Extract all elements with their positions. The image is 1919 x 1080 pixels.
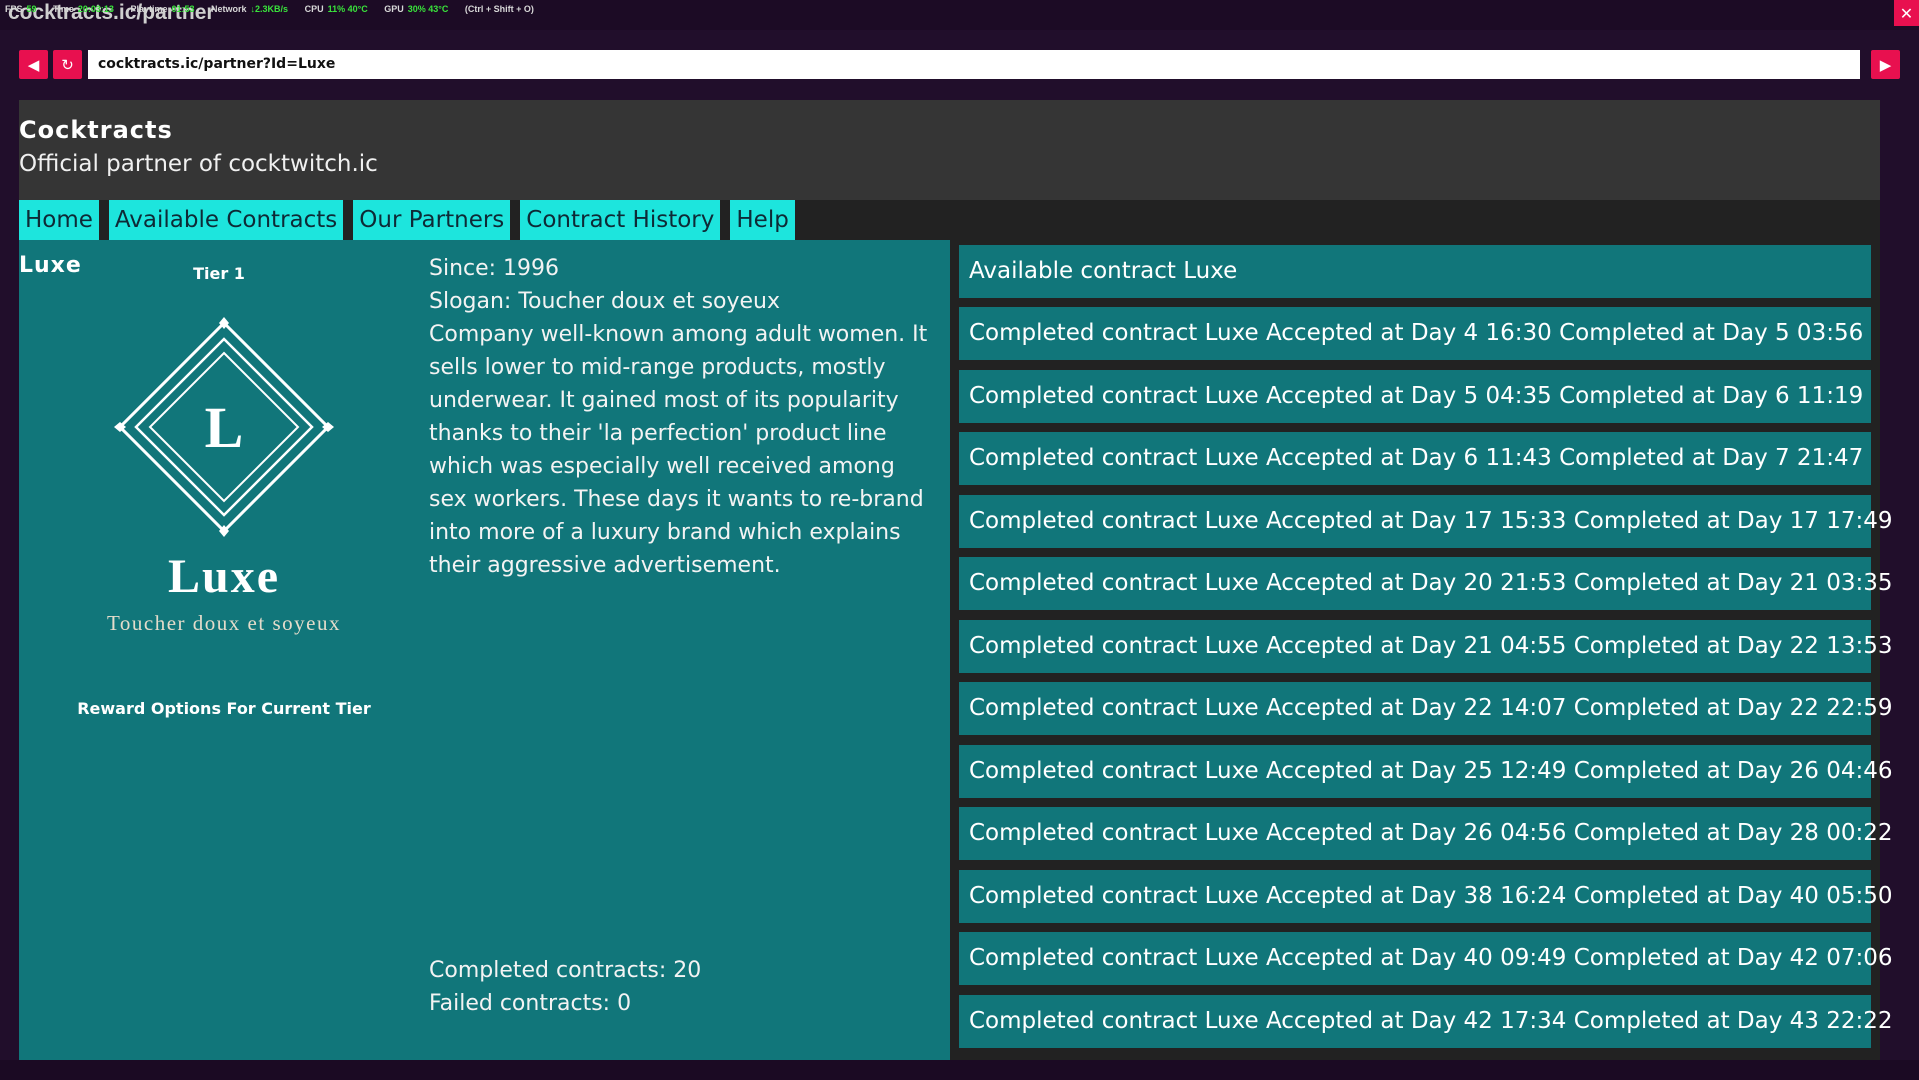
site-header: Cocktracts Official partner of cocktwitc… [19, 100, 1880, 200]
site-navbar: Home Available Contracts Our Partners Co… [19, 200, 805, 242]
nav-contract-history[interactable]: Contract History [520, 200, 721, 241]
web-page: Cocktracts Official partner of cocktwitc… [19, 100, 1892, 1060]
completed-contract-item[interactable]: Completed contract Luxe Accepted at Day … [959, 432, 1871, 485]
completed-contract-item[interactable]: Completed contract Luxe Accepted at Day … [959, 682, 1892, 735]
logo-letter: L [205, 395, 244, 460]
completed-contract-item[interactable]: Completed contract Luxe Accepted at Day … [959, 370, 1871, 423]
network-value: ↓2.3KB/s [250, 4, 289, 14]
site-name: Cocktracts [19, 116, 173, 144]
network-label: Network [211, 4, 247, 14]
partner-info: Since: 1996 Slogan: Toucher doux et soye… [429, 252, 934, 582]
logo-slogan: Toucher doux et soyeux [107, 611, 341, 635]
close-button[interactable]: ✕ [1894, 0, 1919, 26]
completed-contracts-count: Completed contracts: 20 [429, 958, 702, 983]
failed-contracts-count: Failed contracts: 0 [429, 991, 632, 1016]
cpu-label: CPU [304, 4, 324, 14]
completed-contract-item[interactable]: Completed contract Luxe Accepted at Day … [959, 557, 1892, 610]
fps-value: 59 [26, 4, 37, 14]
completed-contract-item[interactable]: Completed contract Luxe Accepted at Day … [959, 620, 1892, 673]
nav-our-partners[interactable]: Our Partners [353, 200, 511, 241]
partner-tier: Tier 1 [193, 264, 245, 283]
back-button[interactable]: ◀ [19, 50, 48, 79]
partner-logo: L Luxe Toucher doux et soyeux [107, 317, 341, 635]
window-titlebar: cocktracts.ic/partner FPS 59 Time 20:03:13… [0, 0, 1919, 30]
reload-button[interactable]: ↻ [53, 50, 82, 79]
gpu-value: 30% 43°C [407, 4, 449, 14]
time-label: Time [53, 4, 74, 14]
address-bar: ◀ ↻ ▶ [19, 50, 1900, 80]
playtime-label: Playtime [130, 4, 168, 14]
playtime-value: 01:53 [171, 4, 195, 14]
completed-contract-item[interactable]: Completed contract Luxe Accepted at Day … [959, 745, 1892, 798]
partner-slogan: Slogan: Toucher doux et soyeux [429, 289, 781, 314]
partner-name: Luxe [19, 253, 82, 278]
forward-button[interactable]: ▶ [1871, 50, 1900, 79]
cpu-value: 11% 40°C [327, 4, 368, 14]
close-icon: ✕ [1899, 3, 1914, 23]
fps-label: FPS [5, 4, 23, 14]
nav-available-contracts[interactable]: Available Contracts [108, 200, 344, 241]
overlay-shortcut: (Ctrl + Shift + O) [464, 4, 534, 14]
completed-contract-item[interactable]: Completed contract Luxe Accepted at Day … [959, 995, 1892, 1048]
completed-contract-item[interactable]: Completed contract Luxe Accepted at Day … [959, 870, 1892, 923]
bottom-strip [0, 1060, 1919, 1080]
nav-home[interactable]: Home [19, 200, 99, 241]
gpu-label: GPU [384, 4, 404, 14]
available-contract-item[interactable]: Available contract Luxe [959, 245, 1871, 298]
nav-help[interactable]: Help [730, 200, 795, 241]
partner-description: Company well-known among adult women. It… [429, 322, 928, 578]
completed-contract-item[interactable]: Completed contract Luxe Accepted at Day … [959, 807, 1892, 860]
completed-contract-item[interactable]: Completed contract Luxe Accepted at Day … [959, 307, 1871, 360]
url-input[interactable] [88, 50, 1860, 79]
partner-stats: Completed contracts: 20 Failed contracts… [429, 954, 701, 1020]
forward-arrow-icon: ▶ [1879, 55, 1892, 74]
performance-overlay: FPS 59 Time 20:03:13 Playtime 01:53 Network… [5, 3, 534, 15]
time-value: 20:03:13 [77, 4, 114, 14]
completed-contract-item[interactable]: Completed contract Luxe Accepted at Day … [959, 932, 1892, 985]
partner-since: Since: 1996 [429, 256, 560, 281]
logo-wordmark: Luxe [168, 550, 280, 603]
back-arrow-icon: ◀ [27, 55, 40, 74]
partner-details-panel: Luxe Tier 1 L Luxe Toucher doux et soyeu… [19, 240, 950, 1060]
reload-icon: ↻ [61, 55, 74, 74]
reward-options-heading: Reward Options For Current Tier [77, 699, 371, 718]
completed-contract-item[interactable]: Completed contract Luxe Accepted at Day … [959, 495, 1892, 548]
contract-list: Available contract Luxe Completed contra… [959, 240, 1892, 1060]
site-tagline: Official partner of cocktwitch.ic [19, 151, 378, 177]
